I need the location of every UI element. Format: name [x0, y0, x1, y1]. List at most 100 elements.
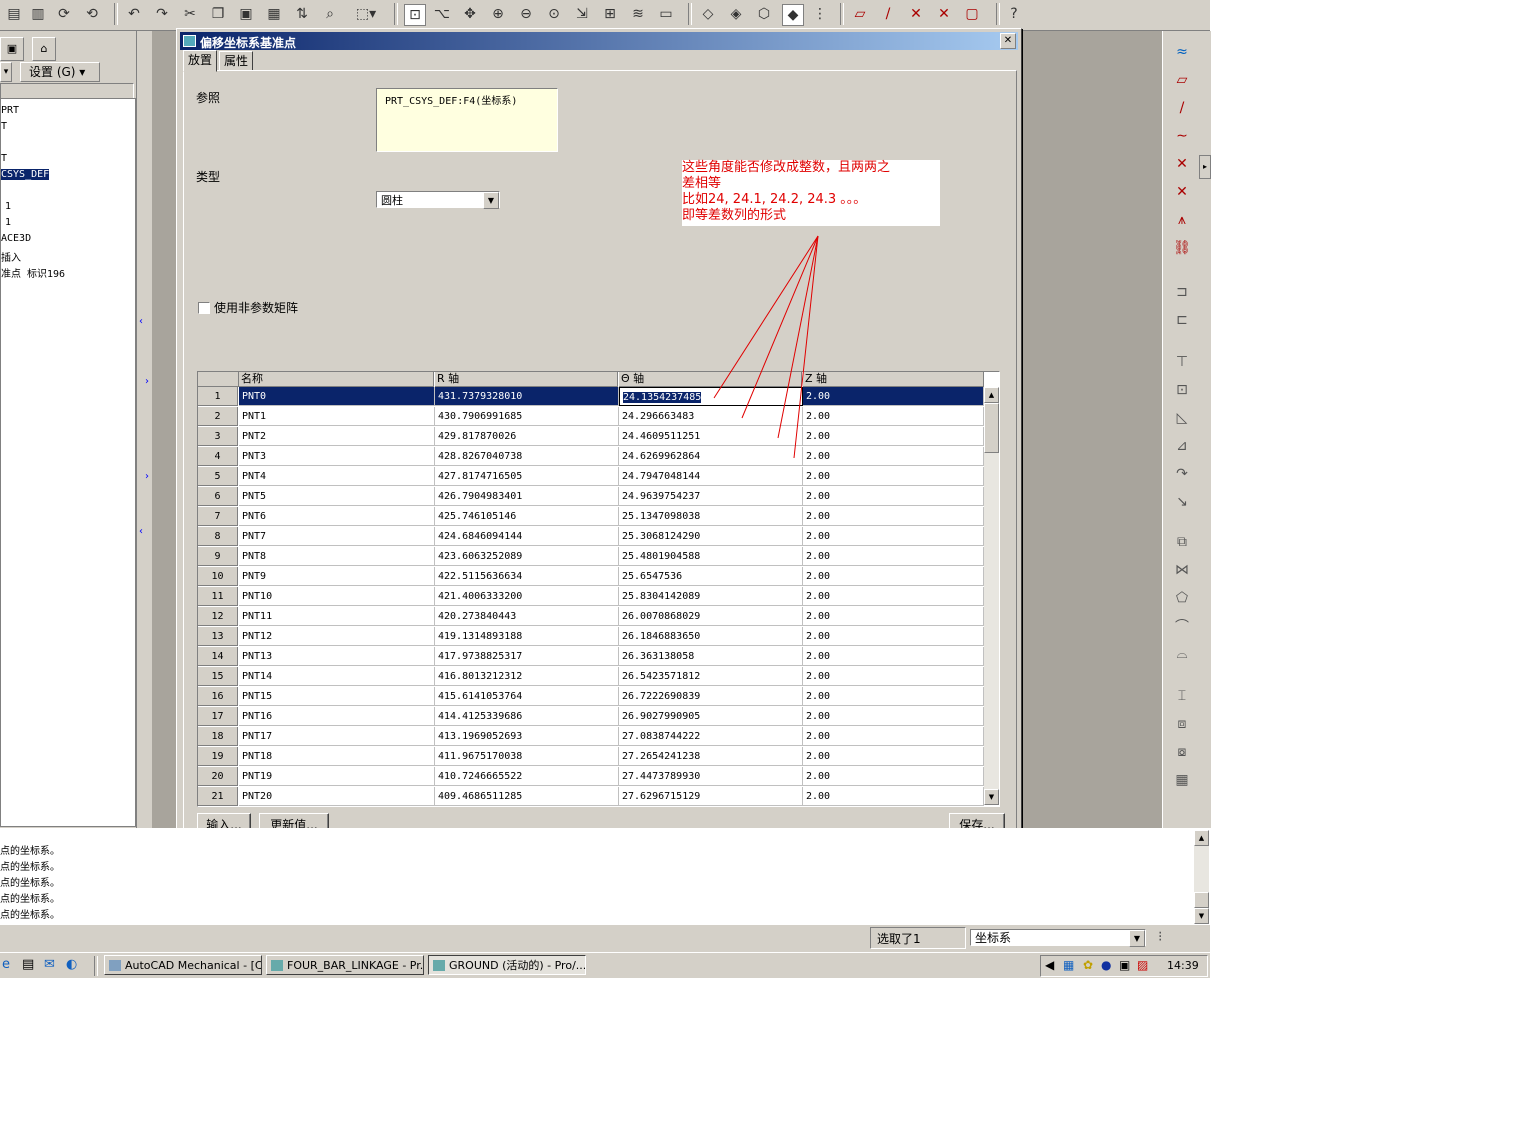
- point-name-cell[interactable]: PNT2: [239, 427, 435, 446]
- table-row[interactable]: 10 PNT9 422.5115636634 25.6547536 2.00: [198, 567, 984, 587]
- paste-special-icon[interactable]: ▦: [264, 4, 284, 24]
- theta-axis-cell[interactable]: 26.5423571812: [619, 667, 803, 686]
- col-header-z[interactable]: Z 轴: [803, 372, 984, 387]
- trim-tool-icon[interactable]: ⌒: [1171, 615, 1193, 637]
- filter-dropdown[interactable]: 坐标系 ▼: [970, 929, 1146, 947]
- view2-icon[interactable]: ◈: [726, 4, 746, 24]
- z-axis-cell[interactable]: 2.00: [803, 687, 984, 706]
- expand-arrow-icon[interactable]: ›: [145, 376, 149, 387]
- point-name-cell[interactable]: PNT11: [239, 607, 435, 626]
- theta-axis-cell[interactable]: 26.363138058: [619, 647, 803, 666]
- z-axis-cell[interactable]: 2.00: [803, 567, 984, 586]
- r-axis-cell[interactable]: 431.7379328010: [435, 387, 619, 406]
- col-header-r[interactable]: R 轴: [435, 372, 618, 387]
- feature-icon[interactable]: ⇅: [292, 4, 312, 24]
- theta-axis-cell[interactable]: 25.6547536: [619, 567, 803, 586]
- datum-icon[interactable]: ⌥: [432, 4, 452, 24]
- copy-tool-icon[interactable]: ⧉: [1171, 531, 1193, 553]
- r-axis-cell[interactable]: 411.9675170038: [435, 747, 619, 766]
- point-name-cell[interactable]: PNT13: [239, 647, 435, 666]
- r-axis-cell[interactable]: 430.7906991685: [435, 407, 619, 426]
- tree-item[interactable]: 插入: [1, 249, 21, 264]
- panel-splitter[interactable]: ‹ › › ‹: [136, 31, 151, 828]
- scroll-down-icon[interactable]: ▼: [1194, 908, 1209, 924]
- expand-flyout-icon[interactable]: ▸: [1199, 155, 1211, 179]
- folder-icon[interactable]: ▣: [0, 37, 24, 61]
- r-axis-cell[interactable]: 429.817870026: [435, 427, 619, 446]
- analysis-tool-icon[interactable]: ⩚: [1171, 209, 1193, 231]
- point-name-cell[interactable]: PNT5: [239, 487, 435, 506]
- theta-axis-cell[interactable]: 27.2654241238: [619, 747, 803, 766]
- tree-item[interactable]: T: [1, 121, 7, 132]
- r-axis-cell[interactable]: 428.8267040738: [435, 447, 619, 466]
- point-name-cell[interactable]: PNT17: [239, 727, 435, 746]
- view-manager-icon[interactable]: ▭: [656, 4, 676, 24]
- network-icon[interactable]: ▦: [1063, 958, 1074, 972]
- theta-axis-cell[interactable]: 24.6269962864: [619, 447, 803, 466]
- undo-icon[interactable]: ↶: [124, 4, 144, 24]
- sketch-tool-icon[interactable]: ≈: [1171, 41, 1193, 63]
- table-row[interactable]: 11 PNT10 421.4006333200 25.8304142089 2.00: [198, 587, 984, 607]
- layer-tree-icon[interactable]: ⌂: [32, 37, 56, 61]
- antivirus-icon[interactable]: ●: [1101, 958, 1111, 972]
- redo-icon[interactable]: ↷: [152, 4, 172, 24]
- table-row[interactable]: 19 PNT18 411.9675170038 27.2654241238 2.00: [198, 747, 984, 767]
- zoom-in-icon[interactable]: ⊕: [488, 4, 508, 24]
- solidify-tool-icon[interactable]: ⧇: [1171, 741, 1193, 763]
- tree-item-selected[interactable]: CSYS_DEF: [1, 169, 50, 180]
- point-name-cell[interactable]: PNT14: [239, 667, 435, 686]
- task-autocad[interactable]: AutoCAD Mechanical - [C:...: [104, 955, 262, 975]
- reference-collector[interactable]: PRT_CSYS_DEF:F4(坐标系): [376, 88, 558, 152]
- table-row[interactable]: 4 PNT3 428.8267040738 24.6269962864 2.00: [198, 447, 984, 467]
- collapse-arrow-icon-2[interactable]: ‹: [139, 526, 143, 537]
- scroll-thumb[interactable]: [1194, 892, 1209, 908]
- ie-icon[interactable]: e: [2, 957, 10, 972]
- z-axis-cell[interactable]: 2.00: [803, 467, 984, 486]
- theta-axis-cell[interactable]: 24.9639754237: [619, 487, 803, 506]
- show-dropdown[interactable]: ▾: [0, 62, 12, 82]
- z-axis-cell[interactable]: 2.00: [803, 787, 984, 806]
- z-axis-cell[interactable]: 2.00: [803, 447, 984, 466]
- table-row[interactable]: 14 PNT13 417.9738825317 26.363138058 2.00: [198, 647, 984, 667]
- theta-axis-cell[interactable]: 25.3068124290: [619, 527, 803, 546]
- table-row[interactable]: 20 PNT19 410.7246665522 27.4473789930 2.00: [198, 767, 984, 787]
- point-name-cell[interactable]: PNT19: [239, 767, 435, 786]
- scroll-up-icon[interactable]: ▲: [984, 387, 999, 403]
- close-button[interactable]: ✕: [1000, 33, 1016, 49]
- theta-axis-cell[interactable]: 26.1846883650: [619, 627, 803, 646]
- point-name-cell[interactable]: PNT1: [239, 407, 435, 426]
- sketch-icon[interactable]: ⊡: [404, 4, 426, 26]
- table-row[interactable]: 2 PNT1 430.7906991685 24.296663483 2.00: [198, 407, 984, 427]
- cut-icon[interactable]: ✂: [180, 4, 200, 24]
- round-tool-icon[interactable]: ◺: [1171, 407, 1193, 429]
- table-row[interactable]: 6 PNT5 426.7904983401 24.9639754237 2.00: [198, 487, 984, 507]
- theta-axis-cell[interactable]: 26.7222690839: [619, 687, 803, 706]
- fit-icon[interactable]: ⊙: [544, 4, 564, 24]
- plane-tool-icon[interactable]: ▱: [1171, 69, 1193, 91]
- chamfer-tool-icon[interactable]: ⊿: [1171, 435, 1193, 457]
- find-icon[interactable]: ⌕: [320, 4, 340, 24]
- z-axis-cell[interactable]: 2.00: [803, 587, 984, 606]
- regen-icon[interactable]: ⟲: [82, 4, 102, 24]
- col-header-theta[interactable]: Θ 轴: [619, 372, 802, 387]
- hidden-line-icon[interactable]: ⋮: [810, 4, 830, 24]
- blend-tool-icon[interactable]: ↘: [1171, 491, 1193, 513]
- theta-axis-cell[interactable]: 24.7947048144: [619, 467, 803, 486]
- r-axis-cell[interactable]: 421.4006333200: [435, 587, 619, 606]
- z-axis-cell[interactable]: 2.00: [803, 427, 984, 446]
- theta-axis-cell[interactable]: 27.0838744222: [619, 727, 803, 746]
- message-scrollbar[interactable]: ▲ ▼: [1194, 830, 1209, 924]
- copy-icon[interactable]: ❐: [208, 4, 228, 24]
- theta-axis-cell[interactable]: 24.296663483: [619, 407, 803, 426]
- z-axis-cell[interactable]: 2.00: [803, 547, 984, 566]
- z-axis-cell[interactable]: 2.00: [803, 607, 984, 626]
- scroll-up-icon[interactable]: ▲: [1194, 830, 1209, 846]
- r-axis-cell[interactable]: 426.7904983401: [435, 487, 619, 506]
- z-axis-cell[interactable]: 2.00: [803, 647, 984, 666]
- point-name-cell[interactable]: PNT9: [239, 567, 435, 586]
- thicken-tool-icon[interactable]: ⧈: [1171, 713, 1193, 735]
- tab-properties[interactable]: 属性: [219, 51, 254, 71]
- csys-icon[interactable]: ✕: [934, 4, 954, 24]
- z-axis-cell[interactable]: 2.00: [803, 487, 984, 506]
- table-row[interactable]: 21 PNT20 409.4686511285 27.6296715129 2.00: [198, 787, 984, 806]
